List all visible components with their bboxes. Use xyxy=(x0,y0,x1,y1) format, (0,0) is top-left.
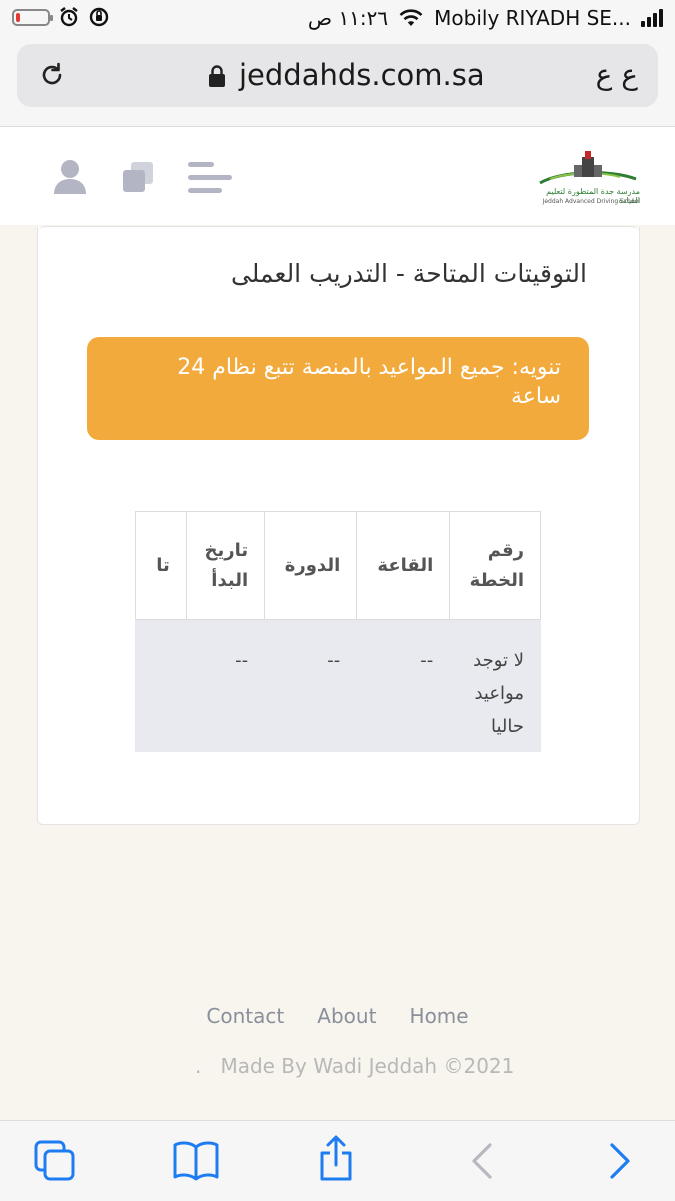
status-right: ١١:٢٦ ص Mobily RIYADH SE... xyxy=(308,6,663,30)
header-plan-number: رقم الخطة xyxy=(449,511,541,620)
browser-chrome: jeddahds.com.sa ع ع xyxy=(0,38,675,127)
reload-icon[interactable] xyxy=(37,60,67,90)
carrier-name: Mobily RIYADH SE... xyxy=(434,6,631,30)
signal-icon xyxy=(641,9,663,27)
logo-emblem-icon xyxy=(539,151,637,185)
schedule-table: رقم الخطة القاعة الدورة تاريخ البدأ تا ل… xyxy=(135,511,541,752)
text-size-button[interactable]: ع ع xyxy=(596,58,638,91)
copyright: . Made By Wadi Jeddah ©2021 xyxy=(195,1054,514,1078)
copyright-dot: . xyxy=(195,1054,202,1078)
header-start-date: تاريخ البدأ xyxy=(185,511,266,620)
copyright-text: Made By Wadi Jeddah ©2021 xyxy=(220,1054,515,1078)
cell-hall: -- xyxy=(356,619,451,752)
status-left xyxy=(12,6,110,28)
logo-text-english: Jeddah Advanced Driving School xyxy=(542,198,640,205)
footer-link-contact[interactable]: Contact xyxy=(206,1004,284,1028)
tabs-icon[interactable] xyxy=(33,1139,77,1183)
footer-link-about[interactable]: About xyxy=(317,1004,376,1028)
schedule-card: التوقيتات المتاحة - التدريب العملى تنويه… xyxy=(37,226,640,825)
bookmarks-icon[interactable] xyxy=(172,1139,220,1183)
cell-cut-off xyxy=(135,619,187,752)
footer-link-home[interactable]: Home xyxy=(410,1004,469,1028)
rotation-lock-icon xyxy=(89,7,109,27)
wifi-icon xyxy=(399,9,423,26)
table-row: لا توجد مواعيد حاليا -- -- -- xyxy=(135,619,541,752)
share-icon[interactable] xyxy=(316,1135,356,1183)
header-course: الدورة xyxy=(264,511,358,620)
page-title: التوقيتات المتاحة - التدريب العملى xyxy=(230,259,587,288)
status-bar: ١١:٢٦ ص Mobily RIYADH SE... xyxy=(0,0,675,38)
browser-toolbar xyxy=(0,1120,675,1201)
schedule-table-scroll[interactable]: رقم الخطة القاعة الدورة تاريخ البدأ تا ل… xyxy=(135,511,541,755)
notice-banner: تنويه: جميع المواعيد بالمنصة تتبع نظام 2… xyxy=(87,337,589,440)
alarm-icon xyxy=(60,7,78,27)
battery-icon xyxy=(12,8,53,26)
header-cut-off: تا xyxy=(135,511,187,620)
lock-icon xyxy=(209,65,225,87)
windows-icon[interactable] xyxy=(121,160,155,194)
site-header: مدرسة جدة المتطورة لتعليم القيادة Jeddah… xyxy=(0,127,675,225)
site-logo[interactable]: مدرسة جدة المتطورة لتعليم القيادة Jeddah… xyxy=(530,149,640,209)
cell-plan-number: لا توجد مواعيد حاليا xyxy=(449,619,541,752)
avatar-icon[interactable] xyxy=(52,159,88,195)
header-hall: القاعة xyxy=(356,511,451,620)
footer-links: Contact About Home xyxy=(0,1004,675,1028)
forward-icon[interactable] xyxy=(606,1139,634,1183)
clock: ١١:٢٦ ص xyxy=(307,6,389,30)
cell-course: -- xyxy=(264,619,358,752)
cell-start-date: -- xyxy=(185,619,266,752)
url-text[interactable]: jeddahds.com.sa xyxy=(239,58,485,92)
menu-icon[interactable] xyxy=(188,161,234,195)
notice-text: تنويه: جميع المواعيد بالمنصة تتبع نظام 2… xyxy=(177,355,561,409)
back-icon[interactable] xyxy=(468,1139,496,1183)
table-header-row: رقم الخطة القاعة الدورة تاريخ البدأ تا xyxy=(135,511,541,620)
address-bar[interactable]: jeddahds.com.sa ع ع xyxy=(17,44,658,107)
